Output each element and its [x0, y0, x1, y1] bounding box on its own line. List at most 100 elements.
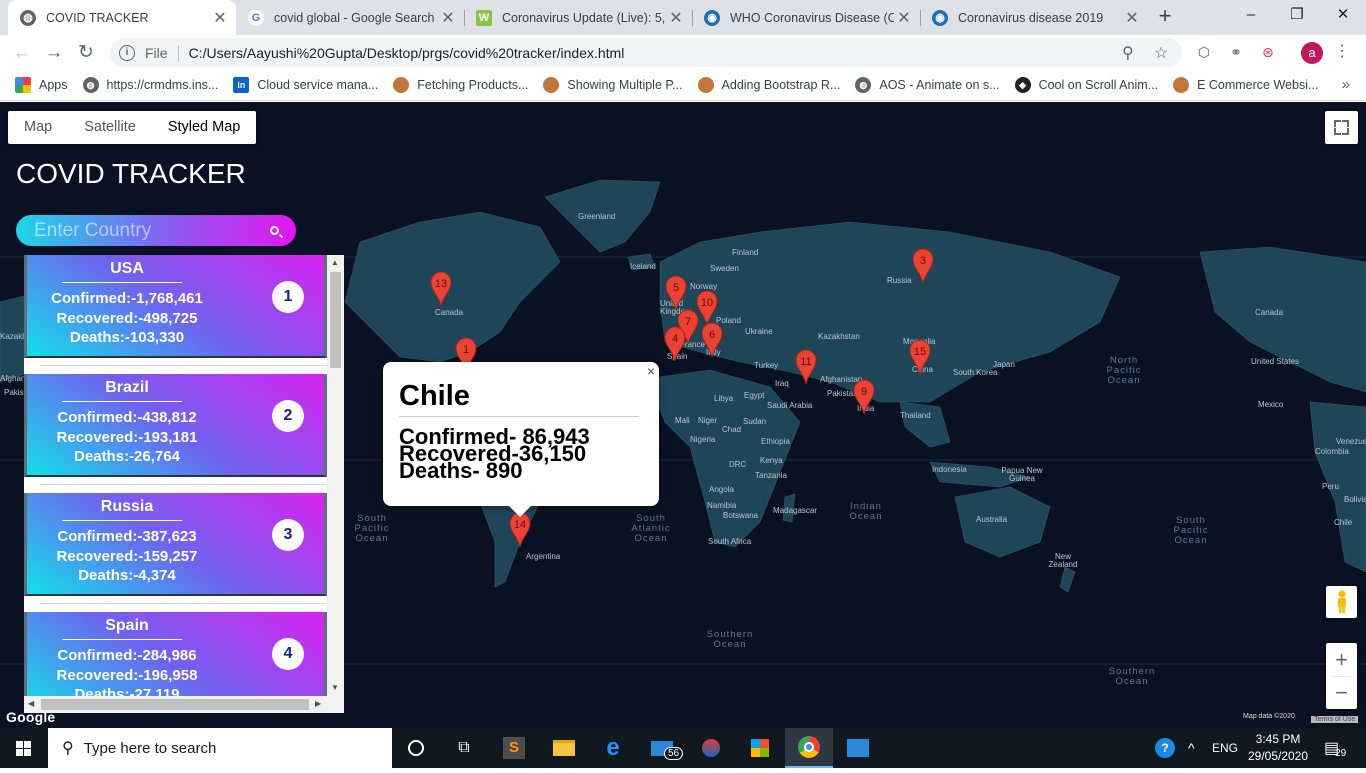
- address-bar[interactable]: i File C:/Users/Aayushi%20Gupta/Desktop/…: [110, 38, 1182, 67]
- system-clock[interactable]: 3:45 PM 29/05/2020: [1236, 731, 1320, 765]
- file-explorer-icon[interactable]: [540, 728, 588, 768]
- map-marker[interactable]: 5: [665, 275, 687, 311]
- help-icon[interactable]: ?: [1155, 728, 1175, 768]
- zoom-in-button[interactable]: +: [1326, 643, 1357, 676]
- close-info-window-button[interactable]: ×: [647, 363, 655, 379]
- language-indicator[interactable]: ENG: [1212, 728, 1238, 768]
- map-label: Madagascar: [773, 506, 818, 515]
- horizontal-scrollbar[interactable]: ◀ ▶: [24, 696, 344, 713]
- country-card[interactable]: Russia Confirmed:-387,623 Recovered:-159…: [24, 493, 327, 596]
- country-card[interactable]: USA Confirmed:-1,768,461 Recovered:-498,…: [24, 255, 327, 358]
- bookmark-item[interactable]: E Commerce Websi...: [1173, 77, 1318, 93]
- zoom-icon[interactable]: ⚲: [1122, 43, 1134, 63]
- close-tab-icon[interactable]: ✕: [894, 8, 914, 28]
- card-separator: [40, 484, 327, 487]
- chrome-icon[interactable]: [785, 728, 833, 768]
- bookmark-item[interactable]: ◆ Cool on Scroll Anim...: [1014, 77, 1158, 93]
- country-card[interactable]: Brazil Confirmed:-438,812 Recovered:-193…: [24, 374, 327, 477]
- search-icon[interactable]: [270, 226, 279, 235]
- photos-icon[interactable]: [834, 728, 882, 768]
- reload-button[interactable]: ↻: [73, 40, 99, 66]
- close-tab-icon[interactable]: ✕: [210, 8, 230, 28]
- tab-covid-tracker[interactable]: ◍ COVID TRACKER ✕: [8, 0, 236, 35]
- new-tab-button[interactable]: +: [1152, 4, 1178, 30]
- page-title: COVID TRACKER: [16, 158, 246, 189]
- vertical-scrollbar[interactable]: ▲ ▼: [327, 255, 344, 696]
- scroll-right-icon[interactable]: ▶: [315, 699, 321, 708]
- map-marker[interactable]: 14: [509, 512, 531, 548]
- map-type-map[interactable]: Map: [8, 111, 68, 144]
- minimize-button[interactable]: –: [1228, 0, 1274, 32]
- map-type-satellite[interactable]: Satellite: [68, 111, 152, 144]
- app-icon[interactable]: [687, 728, 735, 768]
- map-marker[interactable]: 9: [853, 379, 875, 415]
- tab-coronavirus-2019[interactable]: ◉ Coronavirus disease 2019 ✕: [920, 0, 1148, 35]
- bookmark-item[interactable]: Fetching Products...: [393, 77, 528, 93]
- scroll-left-icon[interactable]: ◀: [28, 699, 34, 708]
- bookmark-star-icon[interactable]: ☆: [1154, 43, 1168, 63]
- sublime-text-icon[interactable]: S: [490, 728, 538, 768]
- fullscreen-button[interactable]: [1325, 111, 1358, 144]
- zoom-out-button[interactable]: −: [1326, 676, 1357, 709]
- scrollbar-thumb[interactable]: [330, 272, 341, 368]
- info-icon[interactable]: i: [119, 44, 135, 61]
- url-text[interactable]: C:/Users/Aayushi%20Gupta/Desktop/prgs/co…: [189, 45, 625, 61]
- world-map[interactable]: Greenland Finland Iceland Sweden Norway …: [0, 102, 1366, 728]
- extension-icon[interactable]: ⊛: [1258, 42, 1278, 62]
- extension-icon[interactable]: ⚭: [1226, 42, 1246, 62]
- notification-center-icon[interactable]: ▤ 29: [1324, 728, 1346, 768]
- menu-icon[interactable]: ⋮: [1332, 42, 1352, 62]
- forward-button[interactable]: →: [41, 40, 67, 66]
- scrollbar-thumb[interactable]: [41, 699, 309, 710]
- back-button[interactable]: ←: [9, 40, 35, 66]
- bookmark-item[interactable]: ◍ AOS - Animate on s...: [855, 77, 1000, 93]
- bookmarks-more-button[interactable]: »: [1342, 76, 1350, 93]
- task-view-icon[interactable]: ⧉: [440, 728, 488, 768]
- start-button[interactable]: [0, 728, 48, 768]
- map-marker[interactable]: 10: [696, 290, 718, 326]
- close-tab-icon[interactable]: ✕: [438, 8, 458, 28]
- tab-google-search[interactable]: G covid global - Google Search ✕: [236, 0, 464, 35]
- search-placeholder[interactable]: Enter Country: [34, 220, 151, 242]
- street-view-pegman[interactable]: [1326, 586, 1357, 618]
- ocean-label: South Atlantic Ocean: [631, 513, 671, 544]
- bookmark-item[interactable]: Showing Multiple P...: [543, 77, 683, 93]
- map-label: Iceland: [630, 262, 656, 271]
- store-icon[interactable]: [736, 728, 784, 768]
- tab-who-disease[interactable]: ◉ WHO Coronavirus Disease (CO ✕: [692, 0, 920, 35]
- scroll-up-icon[interactable]: ▲: [331, 258, 339, 267]
- map-label: Egypt: [744, 391, 765, 400]
- close-tab-icon[interactable]: ✕: [1122, 8, 1142, 28]
- bookmark-label: https://crmdms.ins...: [106, 78, 219, 92]
- bookmark-item[interactable]: Adding Bootstrap R...: [697, 77, 840, 93]
- extension-icon[interactable]: ⬡: [1194, 42, 1214, 62]
- country-search-bar[interactable]: Enter Country: [16, 215, 296, 246]
- cortana-icon[interactable]: [392, 728, 440, 768]
- map-type-styled[interactable]: Styled Map: [152, 111, 257, 144]
- map-marker[interactable]: 4: [664, 326, 686, 362]
- mail-icon[interactable]: 56: [638, 728, 686, 768]
- terms-of-use-link[interactable]: Terms of Use: [1311, 716, 1359, 723]
- bookmark-item[interactable]: in Cloud service mana...: [233, 77, 378, 93]
- scroll-down-icon[interactable]: ▼: [331, 683, 339, 692]
- profile-avatar[interactable]: a: [1301, 42, 1323, 64]
- map-label: Colombia: [1315, 447, 1349, 456]
- taskbar-search[interactable]: ⚲ Type here to search: [48, 728, 392, 768]
- bookmark-item[interactable]: ◍ https://crmdms.ins...: [82, 77, 219, 93]
- map-marker[interactable]: 11: [795, 349, 817, 385]
- map-marker[interactable]: 13: [430, 271, 452, 307]
- tray-expand-icon[interactable]: ^: [1188, 728, 1195, 768]
- restore-button[interactable]: ❐: [1274, 0, 1320, 32]
- tab-worldometer[interactable]: W Coronavirus Update (Live): 5,92 ✕: [464, 0, 692, 35]
- map-marker[interactable]: 6: [701, 322, 723, 358]
- map-marker[interactable]: 15: [909, 339, 931, 375]
- tab-title: covid global - Google Search: [274, 10, 435, 25]
- map-label: Nigeria: [690, 435, 716, 444]
- country-list[interactable]: USA Confirmed:-1,768,461 Recovered:-498,…: [24, 255, 344, 713]
- edge-icon[interactable]: e: [589, 728, 637, 768]
- map-marker[interactable]: 3: [912, 248, 934, 284]
- bookmark-apps[interactable]: Apps: [15, 77, 68, 93]
- close-window-button[interactable]: ✕: [1320, 0, 1366, 32]
- close-tab-icon[interactable]: ✕: [666, 8, 686, 28]
- apps-grid-icon: [15, 77, 31, 93]
